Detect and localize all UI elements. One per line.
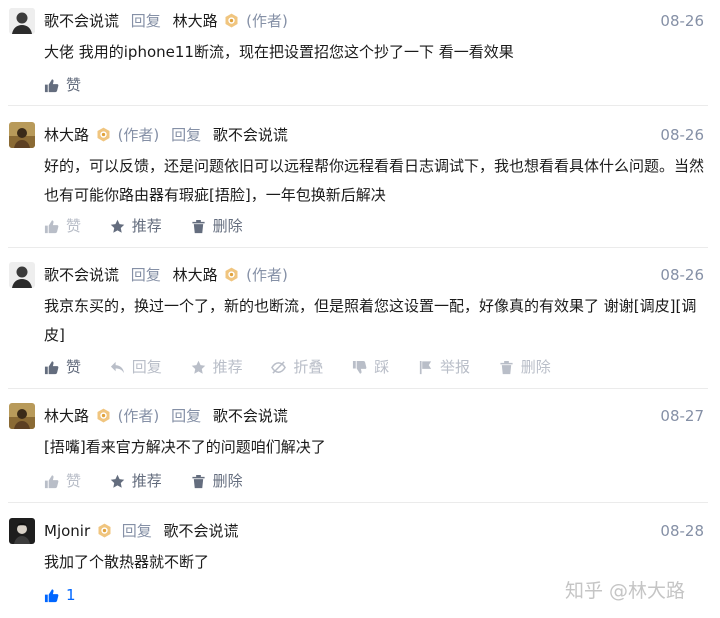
star-icon [110, 219, 125, 234]
thumb-up-icon [44, 219, 59, 234]
like-button[interactable]: 赞 [44, 357, 81, 377]
divider [8, 105, 708, 106]
reply-label: 回复 [131, 358, 162, 376]
thumb-down-icon [352, 360, 367, 375]
comment-header: 林大路 (作者) 回复 歌不会说谎 [44, 125, 288, 145]
reply-to-name[interactable]: 歌不会说谎 [213, 126, 288, 144]
comment-text: 大佬 我用的iphone11断流，现在把设置招您这个抄了一下 看一看效果 [44, 43, 514, 61]
reply-label: 回复 [130, 266, 161, 284]
reply-arrow-icon [110, 360, 125, 375]
comment-text: [捂嘴]看来官方解决不了的问题咱们解决了 [44, 438, 326, 456]
avatar[interactable] [9, 403, 35, 429]
comment-header: 林大路 (作者) 回复 歌不会说谎 [44, 406, 288, 426]
delete-label: 删除 [212, 472, 243, 490]
reply-to-name[interactable]: 林大路 [173, 266, 218, 284]
comment-header: 歌不会说谎 回复 林大路 (作者) [44, 11, 288, 31]
author-tag: (作者) [246, 12, 288, 30]
comment-text: 我加了个散热器就不断了 [44, 553, 210, 571]
trash-icon [191, 219, 206, 234]
watermark: 知乎 @林大路 [565, 580, 686, 602]
author-badge-icon [96, 408, 111, 423]
comment-actions: 1 [44, 585, 100, 608]
author-tag: (作者) [246, 266, 288, 284]
like-button[interactable]: 1 [44, 585, 76, 605]
report-button[interactable]: 举报 [418, 357, 470, 377]
like-button[interactable]: 赞 [44, 75, 81, 95]
fold-button[interactable]: 折叠 [271, 357, 323, 377]
reply-to-name[interactable]: 歌不会说谎 [164, 522, 239, 540]
author-tag: (作者) [117, 126, 160, 144]
comment-header: 歌不会说谎 回复 林大路 (作者) [44, 265, 288, 285]
trash-icon [499, 360, 514, 375]
reply-label: 回复 [171, 407, 202, 425]
reply-label: 回复 [130, 12, 161, 30]
fold-icon [271, 360, 286, 375]
recommend-label: 推荐 [212, 358, 243, 376]
author-name[interactable]: Mjonir [44, 522, 90, 540]
reply-button[interactable]: 回复 [110, 357, 162, 377]
comment-date: 08-28 [660, 522, 704, 540]
author-name[interactable]: 歌不会说谎 [44, 266, 119, 284]
comment-header: Mjonir 回复 歌不会说谎 [44, 521, 239, 541]
thumb-up-icon [44, 474, 59, 489]
avatar[interactable] [9, 122, 35, 148]
comment-date: 08-27 [660, 407, 704, 425]
comment-actions: 赞 回复 推荐 折叠 踩 举报 删除 [44, 357, 575, 380]
like-label: 赞 [66, 472, 82, 490]
reply-label: 回复 [171, 126, 202, 144]
delete-button[interactable]: 删除 [191, 216, 243, 236]
star-icon [191, 360, 206, 375]
author-badge-icon [224, 267, 239, 282]
avatar[interactable] [9, 8, 35, 34]
reply-to-name[interactable]: 林大路 [173, 12, 218, 30]
comment-date: 08-26 [660, 126, 704, 144]
reply-to-name[interactable]: 歌不会说谎 [213, 407, 288, 425]
avatar[interactable] [9, 518, 35, 544]
report-label: 举报 [439, 358, 470, 376]
recommend-button[interactable]: 推荐 [191, 357, 243, 377]
dislike-label: 踩 [374, 358, 390, 376]
like-count: 1 [66, 586, 76, 604]
divider [8, 388, 708, 389]
comment-actions: 赞 推荐 删除 [44, 216, 267, 239]
recommend-label: 推荐 [131, 217, 162, 235]
comment-text: 好的，可以反馈，还是问题依旧可以远程帮你远程看看日志调试下，我也想看看具体什么问… [44, 157, 705, 204]
like-label: 赞 [66, 76, 82, 94]
author-name[interactable]: 林大路 [44, 407, 89, 425]
author-badge-icon [224, 13, 239, 28]
trash-icon [191, 474, 206, 489]
dislike-button[interactable]: 踩 [352, 357, 389, 377]
reply-label: 回复 [121, 522, 152, 540]
comment-text: 我京东买的，换过一个了，新的也断流，但是照着您这设置一配，好像真的有效果了 谢谢… [44, 297, 697, 344]
divider [8, 247, 708, 248]
delete-label: 删除 [520, 358, 551, 376]
comment-actions: 赞 推荐 删除 [44, 471, 267, 494]
like-button[interactable]: 赞 [44, 471, 81, 491]
thumb-up-icon [44, 78, 59, 93]
author-badge-icon [97, 523, 112, 538]
author-tag: (作者) [117, 407, 160, 425]
flag-icon [418, 360, 433, 375]
recommend-button[interactable]: 推荐 [110, 471, 162, 491]
star-icon [110, 474, 125, 489]
delete-label: 删除 [212, 217, 243, 235]
recommend-button[interactable]: 推荐 [110, 216, 162, 236]
delete-button[interactable]: 删除 [191, 471, 243, 491]
like-label: 赞 [66, 358, 82, 376]
author-badge-icon [96, 127, 111, 142]
like-label: 赞 [66, 217, 82, 235]
author-name[interactable]: 歌不会说谎 [44, 12, 119, 30]
like-button[interactable]: 赞 [44, 216, 81, 236]
delete-button[interactable]: 删除 [499, 357, 551, 377]
recommend-label: 推荐 [131, 472, 162, 490]
comment-actions: 赞 [44, 75, 105, 98]
comment-date: 08-26 [660, 266, 704, 284]
comment-date: 08-26 [660, 12, 704, 30]
thumb-up-icon [44, 588, 59, 603]
avatar[interactable] [9, 262, 35, 288]
fold-label: 折叠 [293, 358, 324, 376]
author-name[interactable]: 林大路 [44, 126, 89, 144]
divider [8, 502, 708, 503]
thumb-up-icon [44, 360, 59, 375]
